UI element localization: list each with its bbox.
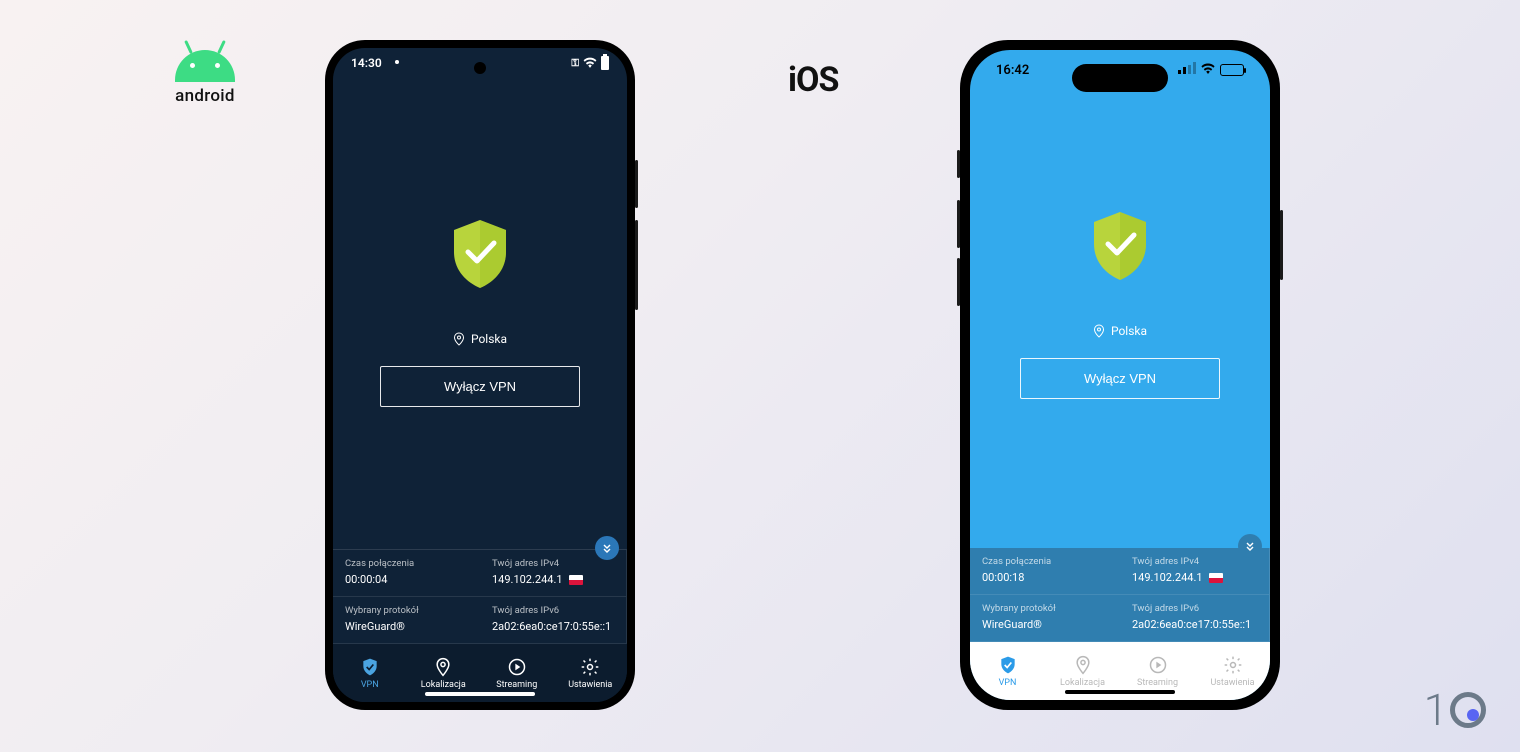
collapse-toggle[interactable]: [1238, 534, 1262, 558]
poland-flag-icon: [1209, 573, 1223, 583]
location-row[interactable]: Polska: [1093, 324, 1147, 338]
location-text: Polska: [471, 332, 507, 346]
signal-icon: [1178, 62, 1196, 78]
ios-app-main: Polska Wyłącz VPN: [970, 90, 1270, 548]
shield-icon: [998, 655, 1018, 675]
info-ipv6: Twój adres IPv6 2a02:6ea0:ce17:0:55e::1: [480, 597, 627, 644]
wifi-icon: [583, 56, 597, 71]
play-circle-icon: [1148, 655, 1168, 675]
chevron-double-down-icon: [1244, 540, 1256, 552]
vpn-key-icon: ⚿: [571, 58, 579, 69]
chevron-double-down-icon: [601, 542, 613, 554]
nav-settings[interactable]: Ustawienia: [1195, 642, 1270, 700]
shield-check-icon: [448, 218, 512, 290]
info-protocol: Wybrany protokół WireGuard®: [333, 597, 480, 644]
ios-screen: 16:42 Polska Wyłącz VPN: [970, 50, 1270, 700]
pin-icon: [1093, 324, 1105, 338]
vpn-toggle-button[interactable]: Wyłącz VPN: [1020, 358, 1220, 399]
info-ipv6: Twój adres IPv6 2a02:6ea0:ce17:0:55e::1: [1120, 595, 1270, 642]
info-protocol: Wybrany protokół WireGuard®: [970, 595, 1120, 642]
gesture-bar: [425, 692, 535, 696]
pin-icon: [453, 332, 465, 346]
android-label: android: [175, 86, 235, 106]
pin-icon: [1073, 655, 1093, 675]
battery-icon: [601, 56, 609, 70]
android-os-badge: android: [175, 50, 235, 106]
nav-settings[interactable]: Ustawienia: [554, 644, 628, 702]
android-robot-icon: [175, 50, 235, 82]
location-row[interactable]: Polska: [453, 332, 507, 346]
home-indicator: [1065, 690, 1175, 694]
ios-os-badge: iOS: [788, 60, 838, 100]
info-ipv4: Twój adres IPv4 149.102.244.1: [480, 550, 627, 597]
info-ipv4: Twój adres IPv4 149.102.244.1: [1120, 548, 1270, 595]
gear-icon: [580, 657, 600, 677]
brand-logo-10: 1: [1424, 684, 1486, 736]
android-info-panel: Czas połączenia 00:00:04 Twój adres IPv4…: [333, 549, 627, 644]
ios-info-panel: Czas połączenia 00:00:18 Twój adres IPv4…: [970, 548, 1270, 642]
android-app-main: Polska Wyłącz VPN: [333, 78, 627, 549]
android-screen: 14:30 ⚿ Polska Wyłącz VPN: [333, 48, 627, 702]
play-circle-icon: [507, 657, 527, 677]
shield-icon: [360, 657, 380, 677]
location-text: Polska: [1111, 324, 1147, 338]
status-time: 14:30: [351, 56, 382, 70]
status-time: 16:42: [996, 63, 1029, 78]
wifi-icon: [1200, 62, 1216, 78]
nav-vpn[interactable]: VPN: [333, 644, 407, 702]
info-conn-time: Czas połączenia 00:00:18: [970, 548, 1120, 595]
pin-icon: [433, 657, 453, 677]
shield-check-icon: [1088, 210, 1152, 282]
battery-icon: [1220, 64, 1244, 76]
collapse-toggle[interactable]: [595, 536, 619, 560]
nav-vpn[interactable]: VPN: [970, 642, 1045, 700]
gear-icon: [1223, 655, 1243, 675]
android-phone-frame: 14:30 ⚿ Polska Wyłącz VPN: [325, 40, 635, 710]
poland-flag-icon: [569, 575, 583, 585]
vpn-toggle-button[interactable]: Wyłącz VPN: [380, 366, 580, 407]
ios-phone-frame: 16:42 Polska Wyłącz VPN: [960, 40, 1280, 710]
info-conn-time: Czas połączenia 00:00:04: [333, 550, 480, 597]
